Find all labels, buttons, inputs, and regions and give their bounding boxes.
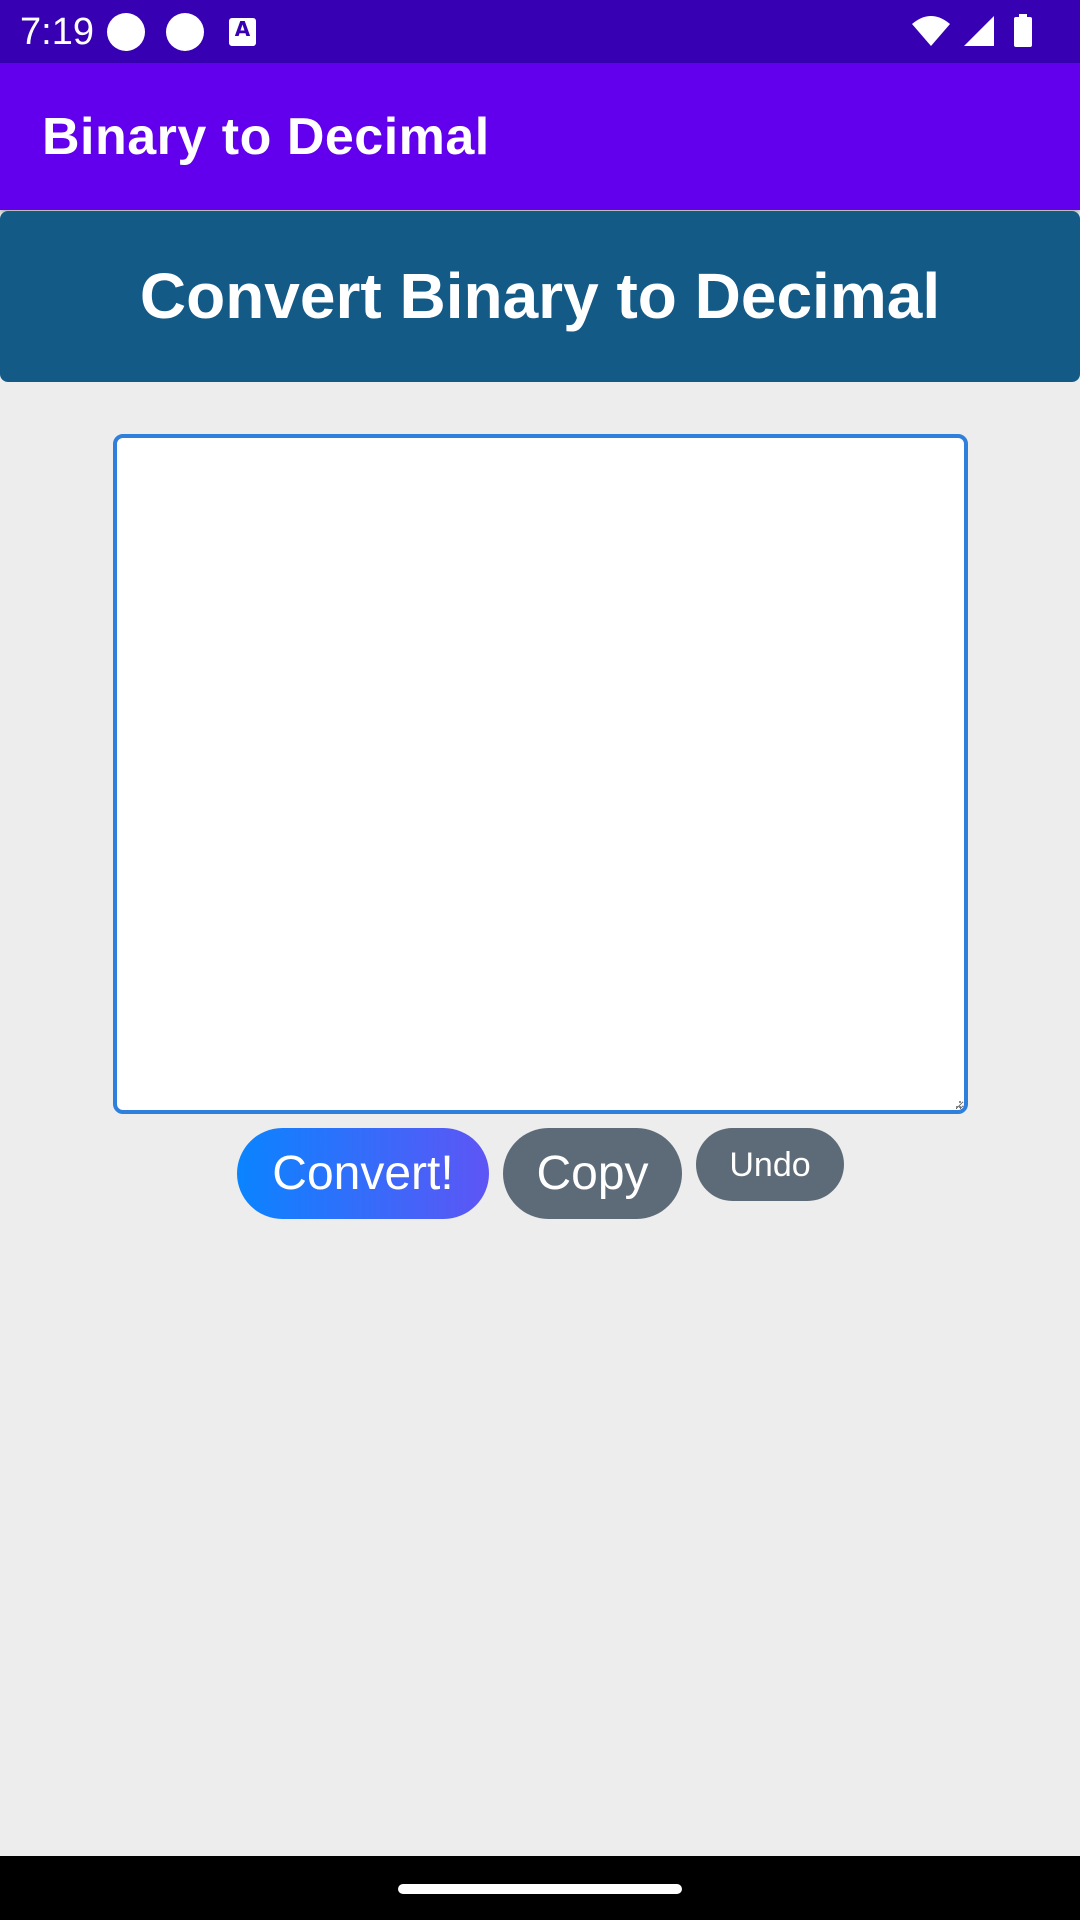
binary-input[interactable] (113, 434, 968, 1114)
resize-grip-icon[interactable] (952, 1099, 962, 1109)
app-bar: Binary to Decimal (0, 63, 1080, 210)
battery-icon (1014, 14, 1032, 47)
home-handle[interactable] (398, 1884, 682, 1894)
page-title: Convert Binary to Decimal (139, 260, 941, 332)
notification-dot-icon (107, 13, 145, 51)
signal-icon (964, 16, 994, 46)
notification-dot-icon (166, 13, 204, 51)
convert-button[interactable]: Convert! (237, 1128, 489, 1219)
header-banner: Convert Binary to Decimal (0, 211, 1080, 382)
status-bar: 7:19 (0, 0, 1080, 63)
copy-button[interactable]: Copy (503, 1128, 682, 1219)
wifi-icon (912, 16, 950, 46)
app-title: Binary to Decimal (42, 108, 490, 166)
navigation-bar (0, 1856, 1080, 1920)
accessibility-a-icon (229, 17, 256, 46)
status-time: 7:19 (20, 11, 94, 53)
undo-button[interactable]: Undo (696, 1128, 844, 1201)
status-icons (910, 12, 1060, 52)
